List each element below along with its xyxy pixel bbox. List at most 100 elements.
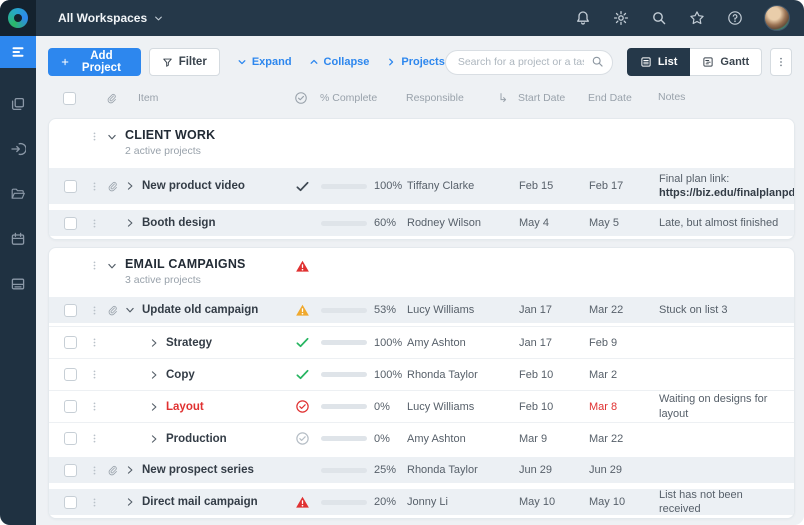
project-groups: CLIENT WORK 2 active projects New produc…: [48, 118, 795, 519]
progress-bar: [321, 221, 367, 226]
item-label: Copy: [166, 369, 195, 381]
expand-label: Expand: [252, 56, 292, 68]
filter-button[interactable]: Filter: [149, 48, 220, 76]
row-checkbox[interactable]: [64, 304, 77, 317]
kebab-icon[interactable]: [89, 465, 107, 476]
table-row[interactable]: New product video 100% Tiffany Clarke Fe…: [49, 165, 794, 207]
row-checkbox[interactable]: [64, 217, 77, 230]
kebab-icon[interactable]: [89, 337, 107, 348]
gear-icon[interactable]: [612, 10, 629, 27]
table-row[interactable]: Strategy 100% Amy Ashton Jan 17 Feb 9: [49, 326, 794, 358]
kebab-icon[interactable]: [89, 369, 107, 380]
start-date-cell: May 4: [519, 217, 589, 229]
warning-triangle-icon: [295, 495, 310, 510]
chevron-down-icon[interactable]: [125, 305, 135, 315]
table-row[interactable]: Update old campaign 53% Lucy Williams Ja…: [49, 294, 794, 326]
sidebar-item-calendar[interactable]: [0, 223, 36, 255]
check-circle-icon: [294, 91, 308, 105]
kebab-icon[interactable]: [89, 257, 107, 271]
chevron-down-icon[interactable]: [107, 257, 125, 271]
kebab-icon[interactable]: [89, 128, 107, 142]
table-row[interactable]: Booth design 60% Rodney Wilson May 4 May…: [49, 207, 794, 239]
end-date-cell: Mar 8: [589, 401, 659, 413]
row-checkbox[interactable]: [64, 464, 77, 477]
row-checkbox[interactable]: [64, 180, 77, 193]
bell-icon[interactable]: [574, 10, 591, 27]
group-title: CLIENT WORK: [125, 128, 295, 142]
kebab-icon[interactable]: [89, 181, 107, 192]
row-checkbox[interactable]: [64, 336, 77, 349]
kebab-icon[interactable]: [89, 433, 107, 444]
end-date-cell: Feb 9: [589, 337, 659, 349]
add-project-button[interactable]: Add Project: [48, 48, 141, 76]
responsible-cell: Lucy Williams: [407, 304, 499, 316]
circle-check-icon: [295, 399, 310, 414]
kebab-icon[interactable]: [89, 218, 107, 229]
note-text: Late, but almost finished: [659, 217, 778, 229]
sidebar-item-reports[interactable]: [0, 268, 36, 300]
search-input[interactable]: [445, 50, 613, 75]
kebab-icon[interactable]: [89, 497, 107, 508]
sidebar-item-boards[interactable]: [0, 88, 36, 120]
projects-button[interactable]: Projects: [386, 56, 444, 68]
table-row[interactable]: Direct mail campaign 20% Jonny Li May 10…: [49, 486, 794, 518]
kebab-icon[interactable]: [89, 305, 107, 316]
star-icon[interactable]: [688, 10, 705, 27]
sidebar-item-files[interactable]: [0, 178, 36, 210]
chevron-right-icon[interactable]: [125, 218, 135, 228]
select-all-checkbox[interactable]: [63, 92, 76, 105]
help-icon[interactable]: [726, 10, 743, 27]
progress-value: 100%: [374, 369, 402, 381]
table-row[interactable]: Layout 0% Lucy Williams Feb 10 Mar 8 Wai…: [49, 390, 794, 422]
chevron-up-icon: [309, 57, 319, 67]
responsible-cell: Tiffany Clarke: [407, 180, 499, 192]
responsible-cell: Amy Ashton: [407, 433, 499, 445]
toolbar-kebab-button[interactable]: [770, 48, 792, 76]
search-icon: [591, 55, 604, 68]
user-avatar[interactable]: [764, 5, 790, 31]
chevron-right-icon[interactable]: [125, 181, 135, 191]
chevron-right-icon[interactable]: [149, 338, 159, 348]
chevron-down-icon[interactable]: [107, 128, 125, 142]
chevron-right-icon[interactable]: [149, 370, 159, 380]
warning-triangle-icon: [295, 303, 310, 318]
table-row[interactable]: Copy 100% Rhonda Taylor Feb 10 Mar 2: [49, 358, 794, 390]
sidebar-item-requests[interactable]: [0, 133, 36, 165]
start-date-cell: May 10: [519, 496, 589, 508]
kebab-icon[interactable]: [89, 401, 107, 412]
table-row[interactable]: Production 0% Amy Ashton Mar 9 Mar 22: [49, 422, 794, 454]
collapse-button[interactable]: Collapse: [309, 56, 370, 68]
item-label: New prospect series: [142, 464, 254, 476]
start-date-cell: Jun 29: [519, 464, 589, 476]
progress-bar: [321, 184, 367, 189]
check-icon: [295, 335, 310, 350]
progress-bar: [321, 372, 367, 377]
check-icon: [295, 179, 310, 194]
header-complete: % Complete: [320, 92, 377, 104]
list-view-button[interactable]: List: [627, 48, 691, 76]
view-toggle: List Gantt: [627, 48, 762, 76]
app-logo[interactable]: [0, 0, 36, 36]
header-item: Item: [124, 92, 158, 104]
expand-button[interactable]: Expand: [237, 56, 292, 68]
sidebar-item-projects-list[interactable]: [0, 36, 36, 68]
table-row[interactable]: New prospect series 25% Rhonda Taylor Ju…: [49, 454, 794, 486]
chevron-right-icon[interactable]: [125, 497, 135, 507]
progress-value: 25%: [374, 464, 396, 476]
chevron-right-icon[interactable]: [149, 402, 159, 412]
row-checkbox[interactable]: [64, 496, 77, 509]
table-header: Item % Complete Responsible ↳ Start Date…: [48, 85, 792, 111]
progress-bar: [321, 404, 367, 409]
row-checkbox[interactable]: [64, 432, 77, 445]
workspace-switcher[interactable]: All Workspaces: [58, 11, 163, 25]
paperclip-icon: [106, 93, 117, 104]
search-icon[interactable]: [650, 10, 667, 27]
workspace-label: All Workspaces: [58, 11, 147, 25]
chevron-right-icon[interactable]: [125, 465, 135, 475]
row-checkbox[interactable]: [64, 368, 77, 381]
list-lines-icon: [10, 44, 26, 60]
row-checkbox[interactable]: [64, 400, 77, 413]
responsible-cell: Jonny Li: [407, 496, 499, 508]
gantt-view-button[interactable]: Gantt: [690, 48, 762, 76]
chevron-right-icon[interactable]: [149, 434, 159, 444]
